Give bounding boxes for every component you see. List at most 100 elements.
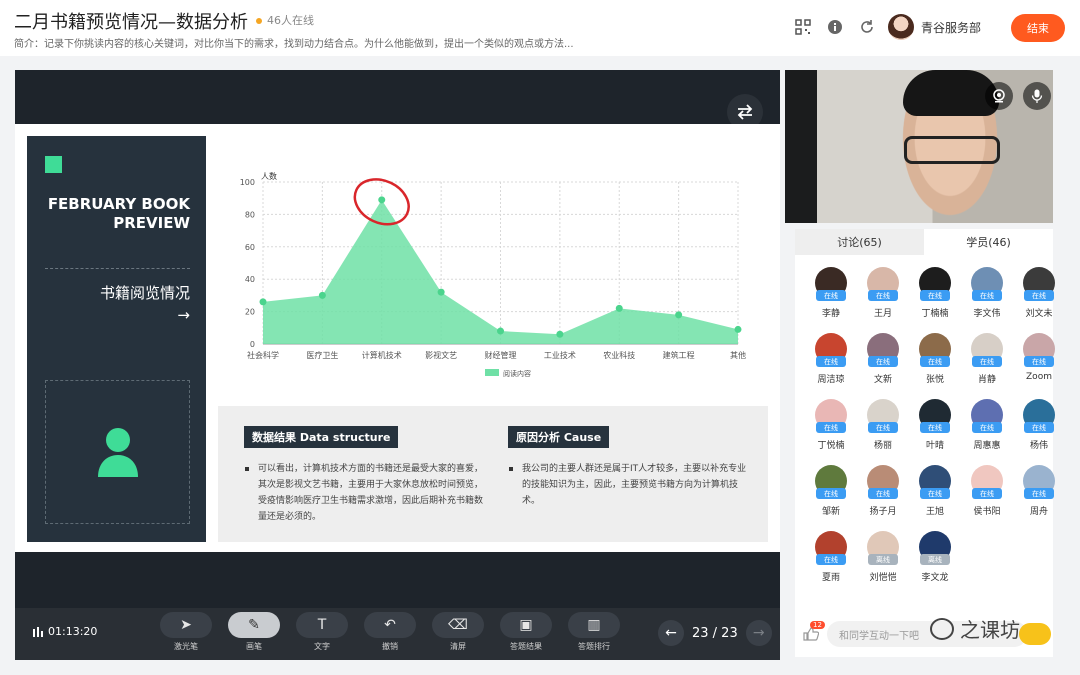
end-class-button[interactable]: 结束 xyxy=(1011,14,1065,42)
course-intro: 简介：记录下你挑读内容的核心关键词，对比你当下的需求，找到动力结合点。为什么他能… xyxy=(14,39,574,50)
next-page-button[interactable]: → xyxy=(745,620,772,646)
member-name: 王旭 xyxy=(925,507,944,517)
member-item[interactable]: 在线 杨伟 xyxy=(1013,399,1065,451)
accent-square xyxy=(45,156,62,173)
member-name: 杨伟 xyxy=(1029,441,1048,451)
cause-section: 原因分析 Cause 我公司的主要人群还是属于IT人才较多，主要以补充专业的技能… xyxy=(508,426,748,509)
stats-icon[interactable]: ▣ xyxy=(500,612,552,638)
member-item[interactable]: 在线 刘文未 xyxy=(1013,267,1065,319)
member-item[interactable]: 在线 张悦 xyxy=(909,333,961,385)
avatar: 在线 xyxy=(867,399,899,433)
data-point xyxy=(318,291,326,299)
member-name: Zoom xyxy=(1026,372,1052,382)
avatar: 在线 xyxy=(1023,333,1055,367)
tab-students[interactable]: 学员(46) xyxy=(924,229,1053,255)
refresh-icon[interactable] xyxy=(858,18,876,36)
tool-label: 清屏 xyxy=(450,642,466,651)
tool-undo[interactable]: ↶ 撤销 xyxy=(364,612,416,652)
member-item[interactable]: 在线 李文伟 xyxy=(961,267,1013,319)
avatar: 离线 xyxy=(867,531,899,565)
member-item[interactable]: 在线 王旭 xyxy=(909,465,961,517)
ranking-icon[interactable]: ▥ xyxy=(568,612,620,638)
slide: FEBRUARY BOOK PREVIEW 书籍阅览情况 → 0 20 40 60 80… xyxy=(15,124,780,552)
timer-text: 01:13:20 xyxy=(48,625,98,638)
member-item[interactable]: 在线 文新 xyxy=(857,333,909,385)
member-item[interactable]: 在线 李静 xyxy=(805,267,857,319)
member-item[interactable]: 在线 周舟 xyxy=(1013,465,1065,517)
emoji-button[interactable] xyxy=(1019,623,1051,645)
member-item[interactable]: 在线 Zoom xyxy=(1013,333,1065,385)
tool-quiz-results[interactable]: ▣ 答题结果 xyxy=(500,612,552,652)
data-point xyxy=(556,330,564,338)
arrow-right-icon: → xyxy=(177,306,190,324)
member-item[interactable]: 在线 杨丽 xyxy=(857,399,909,451)
tool-quiz-ranking[interactable]: ▥ 答题排行 xyxy=(568,612,620,652)
member-name: 李文龙 xyxy=(921,573,949,583)
y-tick-label: 0 xyxy=(250,340,255,349)
member-item[interactable]: 在线 侯书阳 xyxy=(961,465,1013,517)
mic-icon[interactable] xyxy=(1023,82,1051,110)
status-badge: 在线 xyxy=(1024,422,1054,433)
avatar xyxy=(888,14,914,40)
slide-subtitle: 书籍阅览情况 xyxy=(99,284,190,302)
member-item[interactable]: 在线 丁悦楠 xyxy=(805,399,857,451)
watermark-text: 之课坊 xyxy=(960,618,1020,642)
slide-title: FEBRUARY BOOK PREVIEW xyxy=(47,195,190,232)
person-icon-box xyxy=(45,380,190,524)
status-badge: 在线 xyxy=(972,488,1002,499)
qrcode-icon[interactable] xyxy=(794,18,812,36)
member-item[interactable]: 在线 周惠惠 xyxy=(961,399,1013,451)
member-item[interactable]: 在线 夏雨 xyxy=(805,531,857,583)
tool-label: 文字 xyxy=(314,642,330,651)
page-title: 二月书籍预览情况—数据分析 xyxy=(14,12,248,33)
panel-tabs: 讨论(65) 学员(46) xyxy=(795,229,1053,255)
member-item[interactable]: 离线 刘恺恺 xyxy=(857,531,909,583)
member-item[interactable]: 离线 李文龙 xyxy=(909,531,961,583)
chat-icon[interactable] xyxy=(803,627,819,641)
x-tick-label: 其他 xyxy=(730,350,746,360)
tool-text[interactable]: T 文字 xyxy=(296,612,348,652)
eraser-icon[interactable]: ⌫ xyxy=(432,612,484,638)
data-structure-section: 数据结果 Data structure 可以看出，计算机技术方面的书籍还是最受大… xyxy=(244,426,484,525)
pen-icon[interactable]: ✎ xyxy=(228,612,280,638)
timer: 01:13:20 xyxy=(33,625,97,638)
avatar: 在线 xyxy=(815,465,847,499)
status-badge: 在线 xyxy=(1024,290,1054,301)
undo-icon[interactable]: ↶ xyxy=(364,612,416,638)
member-item[interactable]: 在线 邹新 xyxy=(805,465,857,517)
avatar: 在线 xyxy=(971,333,1003,367)
wechat-icon xyxy=(930,617,954,640)
pointer-icon[interactable]: ➤ xyxy=(160,612,212,638)
avatar: 在线 xyxy=(1023,465,1055,499)
user-menu[interactable]: 青谷服务部 xyxy=(888,14,981,40)
status-badge: 在线 xyxy=(816,290,846,301)
prev-page-button[interactable]: ← xyxy=(658,620,684,646)
member-item[interactable]: 在线 肖静 xyxy=(961,333,1013,385)
member-item[interactable]: 在线 丁楠楠 xyxy=(909,267,961,319)
member-name: 肖静 xyxy=(977,375,996,385)
y-axis-label: 人数 xyxy=(261,171,277,181)
member-item[interactable]: 在线 扬子月 xyxy=(857,465,909,517)
slide-side-panel: FEBRUARY BOOK PREVIEW 书籍阅览情况 → xyxy=(27,136,206,542)
tab-discussion[interactable]: 讨论(65) xyxy=(795,229,924,255)
x-tick-label: 医疗卫生 xyxy=(306,350,338,360)
x-tick-label: 财经管理 xyxy=(485,350,517,360)
legend-label: 阅读内容 xyxy=(503,369,531,378)
member-item[interactable]: 在线 叶晴 xyxy=(909,399,961,451)
tool-clear[interactable]: ⌫ 清屏 xyxy=(432,612,484,652)
presentation-stage: FEBRUARY BOOK PREVIEW 书籍阅览情况 → 0 20 40 60 80… xyxy=(15,70,780,660)
tool-pen[interactable]: ✎ 画笔 xyxy=(228,612,280,652)
status-badge: 在线 xyxy=(920,488,950,499)
camera-icon[interactable] xyxy=(985,82,1013,110)
page-navigation: ← 23 / 23 → xyxy=(658,620,772,646)
member-item[interactable]: 在线 周洁琼 xyxy=(805,333,857,385)
user-name: 青谷服务部 xyxy=(921,20,982,35)
status-badge: 在线 xyxy=(1024,356,1054,367)
avatar: 在线 xyxy=(815,399,847,433)
member-item[interactable]: 在线 王月 xyxy=(857,267,909,319)
tool-laser-pointer[interactable]: ➤ 激光笔 xyxy=(160,612,212,652)
tool-label: 画笔 xyxy=(246,642,262,651)
data-structure-text: 可以看出，计算机技术方面的书籍还是最受大家的喜爱，其次是影视文艺书籍，主要用于大… xyxy=(244,461,484,525)
info-icon[interactable] xyxy=(826,18,844,36)
text-icon[interactable]: T xyxy=(296,612,348,638)
